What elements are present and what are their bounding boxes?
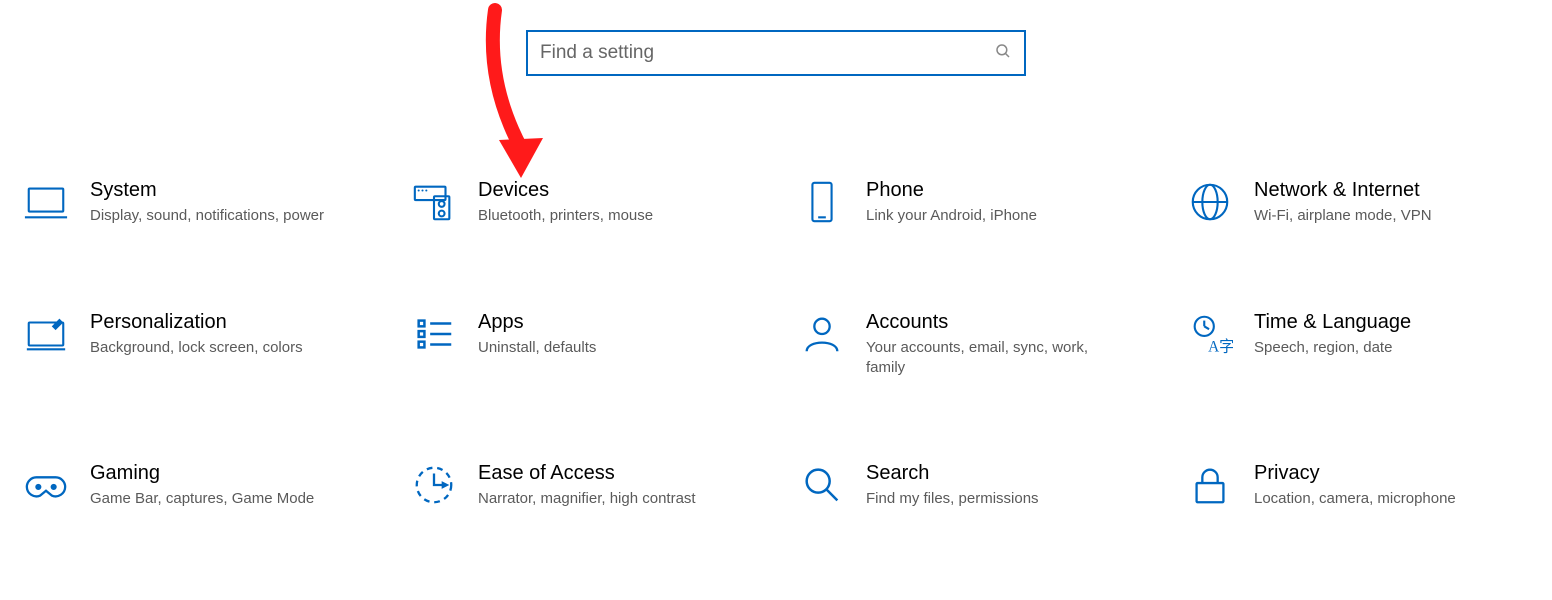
tile-title: Gaming	[90, 461, 314, 485]
time-language-icon: A字	[1184, 308, 1236, 360]
devices-icon	[408, 176, 460, 228]
personalization-icon	[20, 308, 72, 360]
tile-privacy[interactable]: Privacy Location, camera, microphone	[1184, 459, 1532, 511]
tile-network[interactable]: Network & Internet Wi-Fi, airplane mode,…	[1184, 176, 1532, 228]
tile-title: Ease of Access	[478, 461, 696, 485]
tile-phone[interactable]: Phone Link your Android, iPhone	[796, 176, 1144, 228]
tile-system[interactable]: System Display, sound, notifications, po…	[20, 176, 368, 228]
svg-text:A字: A字	[1208, 338, 1233, 355]
tile-desc: Bluetooth, printers, mouse	[478, 206, 653, 226]
search-box[interactable]	[526, 30, 1026, 76]
tile-desc: Find my files, permissions	[866, 489, 1039, 509]
tile-desc: Narrator, magnifier, high contrast	[478, 489, 696, 509]
tile-accounts[interactable]: Accounts Your accounts, email, sync, wor…	[796, 308, 1144, 379]
tile-ease-of-access[interactable]: Ease of Access Narrator, magnifier, high…	[408, 459, 756, 511]
magnifier-icon	[796, 459, 848, 511]
tile-apps[interactable]: Apps Uninstall, defaults	[408, 308, 756, 379]
tile-personalization[interactable]: Personalization Background, lock screen,…	[20, 308, 368, 379]
ease-of-access-icon	[408, 459, 460, 511]
globe-icon	[1184, 176, 1236, 228]
tile-title: Apps	[478, 310, 596, 334]
tile-title: Search	[866, 461, 1039, 485]
apps-icon	[408, 308, 460, 360]
tile-desc: Wi-Fi, airplane mode, VPN	[1254, 206, 1432, 226]
phone-icon	[796, 176, 848, 228]
tile-desc: Location, camera, microphone	[1254, 489, 1456, 509]
tile-title: Accounts	[866, 310, 1106, 334]
tile-title: Time & Language	[1254, 310, 1411, 334]
system-icon	[20, 176, 72, 228]
tile-title: Personalization	[90, 310, 303, 334]
tile-desc: Speech, region, date	[1254, 338, 1411, 358]
gamepad-icon	[20, 459, 72, 511]
tile-time-language[interactable]: A字 Time & Language Speech, region, date	[1184, 308, 1532, 379]
tile-title: System	[90, 178, 324, 202]
tile-title: Privacy	[1254, 461, 1456, 485]
tile-desc: Display, sound, notifications, power	[90, 206, 324, 226]
lock-icon	[1184, 459, 1236, 511]
person-icon	[796, 308, 848, 360]
tile-desc: Your accounts, email, sync, work, family	[866, 338, 1106, 379]
tile-desc: Background, lock screen, colors	[90, 338, 303, 358]
tile-gaming[interactable]: Gaming Game Bar, captures, Game Mode	[20, 459, 368, 511]
settings-grid: System Display, sound, notifications, po…	[0, 76, 1552, 511]
search-input[interactable]	[540, 42, 980, 64]
tile-search[interactable]: Search Find my files, permissions	[796, 459, 1144, 511]
tile-title: Phone	[866, 178, 1037, 202]
tile-devices[interactable]: Devices Bluetooth, printers, mouse	[408, 176, 756, 228]
tile-desc: Uninstall, defaults	[478, 338, 596, 358]
tile-title: Network & Internet	[1254, 178, 1432, 202]
tile-desc: Link your Android, iPhone	[866, 206, 1037, 226]
tile-title: Devices	[478, 178, 653, 202]
search-icon	[994, 42, 1012, 65]
tile-desc: Game Bar, captures, Game Mode	[90, 489, 314, 509]
